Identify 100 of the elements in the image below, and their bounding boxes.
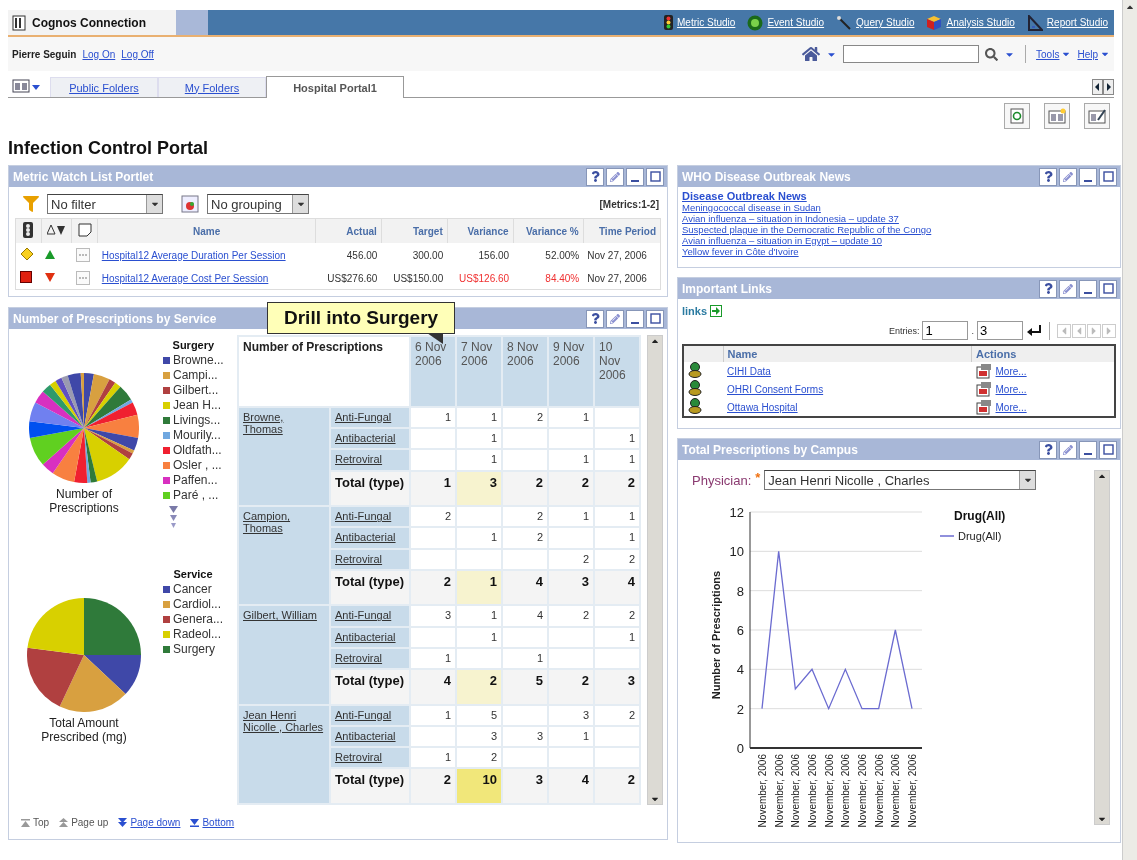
- total-cell: 2: [502, 470, 548, 507]
- portlet-title: Number of Prescriptions by Service: [13, 311, 217, 326]
- studio-link[interactable]: Report Studio: [1026, 14, 1108, 31]
- clipboard-icon[interactable]: [975, 363, 992, 379]
- layout-edit-icon: [1088, 108, 1106, 124]
- maximize-button[interactable]: [1099, 440, 1117, 459]
- actual-cell: 456.00: [315, 243, 382, 267]
- studio-link[interactable]: Query Studio: [836, 14, 915, 31]
- portal-menu-icon[interactable]: [12, 77, 42, 95]
- entries-to-field[interactable]: 3: [977, 321, 1023, 340]
- minimize-button[interactable]: [1079, 279, 1097, 298]
- grouping-icon[interactable]: [181, 195, 199, 213]
- search-field[interactable]: [843, 45, 980, 63]
- caret-icon: [1019, 471, 1036, 489]
- help-button[interactable]: [1039, 440, 1057, 459]
- filter-select[interactable]: No filter: [47, 194, 163, 214]
- date-header: 7 Nov 2006: [456, 336, 502, 407]
- portal-tab[interactable]: My Folders: [158, 77, 266, 97]
- search-icon[interactable]: [985, 47, 999, 61]
- page-scrollbar[interactable]: [1122, 0, 1137, 860]
- legend-label: Jean H...: [173, 398, 222, 412]
- physician-select[interactable]: Jean Henri Nicolle , Charles: [764, 470, 1037, 490]
- minimize-button[interactable]: [626, 309, 644, 328]
- news-heading-link[interactable]: Disease Outbreak News: [682, 190, 1116, 202]
- refresh-button[interactable]: [1004, 103, 1030, 129]
- scrollbar[interactable]: [647, 335, 663, 805]
- maximize-button[interactable]: [646, 167, 664, 186]
- maximize-button[interactable]: [646, 309, 664, 328]
- physician-link[interactable]: Gilbert, William: [243, 609, 325, 622]
- edit-page-button[interactable]: [1084, 103, 1110, 129]
- scrollbar[interactable]: [1094, 470, 1110, 825]
- column-header: Name: [97, 218, 316, 243]
- news-link[interactable]: Meningococcal disease in Sudan: [682, 202, 1116, 213]
- menu-link[interactable]: Tools: [1036, 48, 1072, 60]
- caret-icon: [292, 195, 308, 213]
- help-button[interactable]: [1039, 279, 1057, 298]
- entries-from-field[interactable]: 1: [922, 321, 969, 340]
- total-label: Total (type): [330, 470, 410, 507]
- arrow-icon[interactable]: [710, 305, 723, 317]
- portal-tab[interactable]: Hospital Portal1: [266, 76, 404, 98]
- help-icon: [1042, 444, 1054, 455]
- help-button[interactable]: [1039, 167, 1057, 186]
- grouping-select[interactable]: No grouping: [207, 194, 309, 214]
- total-cell: 1: [456, 569, 502, 606]
- clipboard-icon[interactable]: [975, 399, 992, 415]
- maximize-button[interactable]: [1099, 167, 1117, 186]
- x-tick-label: November, 2006: [840, 754, 852, 828]
- page-nav-link[interactable]: Bottom: [190, 817, 235, 828]
- total-cell: 2: [410, 569, 456, 606]
- metric-link[interactable]: Hospital12 Average Cost Per Session: [101, 272, 269, 284]
- studio-link[interactable]: Event Studio: [747, 14, 825, 31]
- y-tick-label: 10: [729, 544, 744, 560]
- more-link[interactable]: More...: [995, 401, 1027, 413]
- auth-link[interactable]: Log On: [82, 48, 116, 60]
- link-name[interactable]: OHRI Consent Forms: [727, 383, 824, 395]
- total-cell: 5: [502, 669, 548, 705]
- menu-link[interactable]: Help: [1077, 48, 1110, 60]
- link-name[interactable]: Ottawa Hospital: [727, 401, 798, 413]
- enter-icon[interactable]: [1026, 323, 1042, 338]
- studio-link[interactable]: Analysis Studio: [926, 14, 1015, 31]
- link-name[interactable]: CIHI Data: [727, 365, 771, 377]
- total-cell: 10: [456, 768, 502, 804]
- legend-label: Mourily...: [173, 428, 221, 442]
- column-header: Name: [723, 345, 972, 362]
- more-arrows-icon[interactable]: [169, 506, 178, 530]
- maximize-button[interactable]: [1099, 279, 1117, 298]
- help-icon: [589, 313, 601, 324]
- news-link[interactable]: Yellow fever in Côte d'Ivoire: [682, 246, 1116, 257]
- auth-link[interactable]: Log Off: [121, 48, 154, 60]
- minimize-button[interactable]: [626, 167, 644, 186]
- refresh-icon: [1010, 108, 1024, 124]
- legend-label: Livings...: [173, 413, 221, 427]
- more-link[interactable]: More...: [995, 383, 1027, 395]
- help-button[interactable]: [586, 309, 604, 328]
- date-header: 9 Nov 2006: [548, 336, 594, 407]
- metric-link[interactable]: Hospital12 Average Duration Per Session: [101, 249, 286, 261]
- date-header: 10 Nov 2006: [594, 336, 640, 407]
- portal-tab[interactable]: Public Folders: [50, 77, 158, 97]
- help-button[interactable]: [586, 167, 604, 186]
- minimize-button[interactable]: [1079, 440, 1097, 459]
- news-link[interactable]: Avian influenza – situation in Indonesia – update 37: [682, 213, 1116, 224]
- add-portlet-button[interactable]: [1044, 103, 1070, 129]
- news-link[interactable]: Suspected plague in the Democratic Republic of the Congo: [682, 224, 1116, 235]
- news-link[interactable]: Avian influenza – situation in Egypt – update 10: [682, 235, 1116, 246]
- total-cell: 2: [548, 470, 594, 507]
- portlet-title: Important Links: [682, 281, 772, 296]
- cube-icon: [926, 14, 943, 31]
- page-nav-link[interactable]: Page down: [118, 817, 181, 828]
- more-link[interactable]: More...: [995, 365, 1027, 377]
- tab-scroll-icon[interactable]: [1092, 79, 1114, 95]
- pencil-icon: [1063, 444, 1073, 455]
- home-icon[interactable]: [802, 45, 821, 63]
- help-icon: [1042, 283, 1054, 294]
- clipboard-icon[interactable]: [975, 381, 992, 397]
- y-tick-label: 0: [736, 741, 744, 756]
- variance-cell: US$126.60: [447, 267, 514, 290]
- y-tick-label: 8: [736, 583, 744, 599]
- minimize-button[interactable]: [1079, 167, 1097, 186]
- studio-link[interactable]: Metric Studio: [664, 15, 736, 30]
- date-header: 6 Nov 2006: [410, 336, 456, 407]
